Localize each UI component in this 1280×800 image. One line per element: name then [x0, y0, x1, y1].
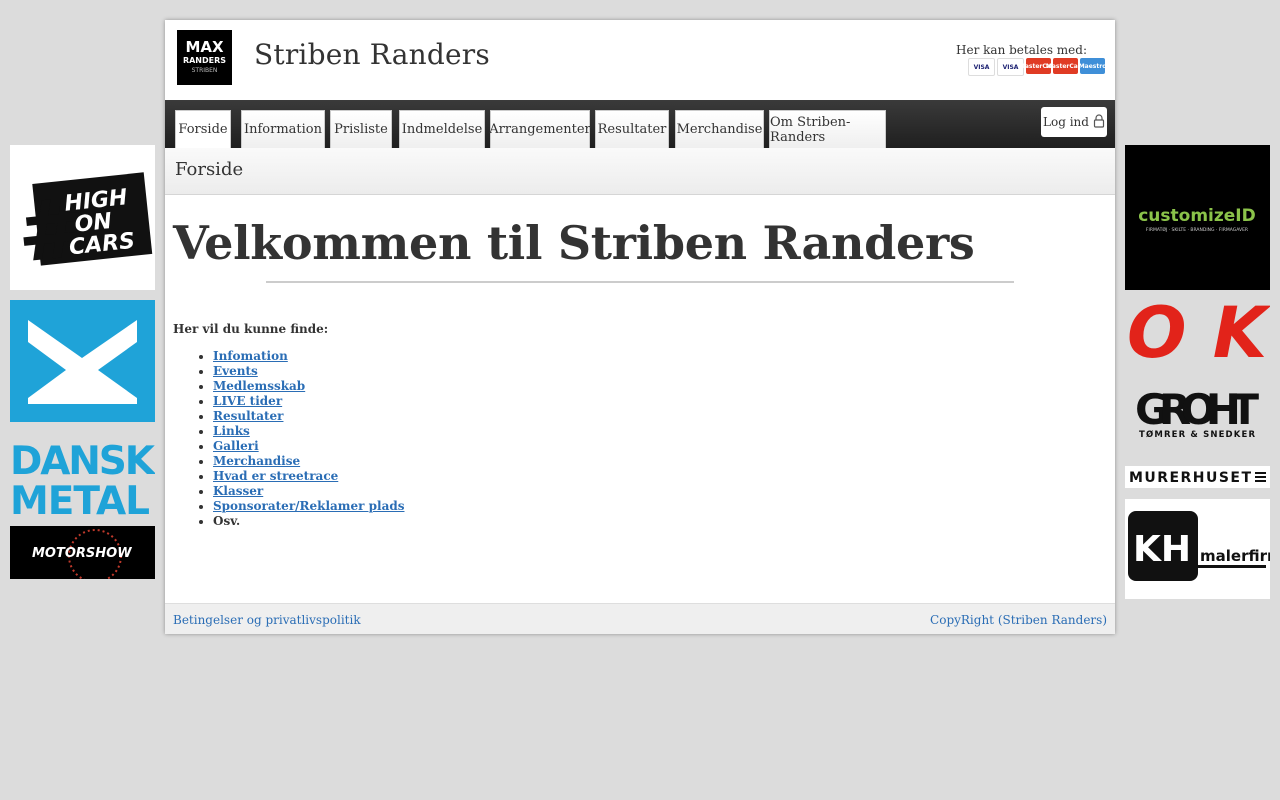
- sponsor-motorshow-text: MOTORSHOW: [32, 546, 132, 561]
- list-item: Merchandise: [213, 454, 404, 469]
- tab-prisliste[interactable]: Prisliste: [330, 110, 392, 148]
- tab-indmeldelse[interactable]: Indmeldelse: [399, 110, 485, 148]
- tab-merchandise[interactable]: Merchandise: [675, 110, 764, 148]
- list-item: Hvad er streetrace: [213, 469, 404, 484]
- list-item: Klasser: [213, 484, 404, 499]
- login-label: Log ind: [1043, 115, 1089, 129]
- sponsor-kh-sub: malerfirma: [1200, 547, 1270, 565]
- list-item: Infomation: [213, 349, 404, 364]
- copyright-link[interactable]: CopyRight (Striben Randers): [930, 613, 1107, 627]
- site-logo[interactable]: MAX RANDERS STRIBEN: [177, 30, 232, 85]
- sponsor-dansk-metal-line2: METAL: [10, 479, 150, 516]
- lock-icon: [1093, 113, 1105, 131]
- page-container: MAX RANDERS STRIBEN Striben Randers Her …: [165, 20, 1115, 634]
- content-link-galleri[interactable]: Galleri: [213, 439, 259, 453]
- content-link-list: InfomationEventsMedlemsskabLIVE tiderRes…: [173, 349, 404, 529]
- payment-label: Her kan betales med:: [956, 43, 1087, 57]
- sponsor-high-on-cars[interactable]: # HIGH ON CARS: [10, 145, 155, 290]
- content-link-links[interactable]: Links: [213, 424, 250, 438]
- sponsor-kh-malerfirma[interactable]: KH malerfirma: [1125, 499, 1270, 599]
- privacy-link[interactable]: Betingelser og privatlivspolitik: [173, 613, 361, 627]
- list-item: Events: [213, 364, 404, 379]
- list-item: Galleri: [213, 439, 404, 454]
- sponsor-groht-text: GROHT: [1135, 385, 1259, 434]
- list-item: Links: [213, 424, 404, 439]
- sponsor-dansk-metal[interactable]: DANSK METAL: [10, 300, 155, 516]
- content-link-resultater[interactable]: Resultater: [213, 409, 283, 423]
- tab-forside[interactable]: Forside: [175, 110, 231, 148]
- breadcrumb-bar: Forside: [165, 148, 1115, 195]
- sponsor-motorshow[interactable]: MOTORSHOW: [10, 526, 155, 579]
- sponsor-ok-text: OK: [1127, 300, 1270, 360]
- sponsor-customize-id-text: customizeID: [1138, 206, 1256, 226]
- payment-card-mastercard-3: MasterCard: [1046, 58, 1085, 74]
- content-link-medlemsskab[interactable]: Medlemsskab: [213, 379, 305, 393]
- content-link-sponsorater-reklamer-plads[interactable]: Sponsorater/Reklamer plads: [213, 499, 404, 513]
- list-item: Sponsorater/Reklamer plads: [213, 499, 404, 514]
- list-item: Resultater: [213, 409, 404, 424]
- main-nav: Log ind Forside Information Prisliste Indme…: [165, 100, 1115, 148]
- content-link-live-tider[interactable]: LIVE tider: [213, 394, 282, 408]
- tab-resultater[interactable]: Resultater: [595, 110, 669, 148]
- tab-information[interactable]: Information: [241, 110, 325, 148]
- logo-line2: RANDERS: [183, 56, 226, 65]
- login-button[interactable]: Log ind: [1041, 107, 1107, 137]
- logo-line1: MAX: [185, 38, 224, 56]
- content-link-hvad-er-streetrace[interactable]: Hvad er streetrace: [213, 469, 338, 483]
- breadcrumb: Forside: [175, 159, 244, 180]
- tab-om-striben-randers[interactable]: Om Striben-Randers: [769, 110, 886, 148]
- sponsor-dansk-metal-line1: DANSK: [10, 439, 155, 484]
- content-link-klasser[interactable]: Klasser: [213, 484, 263, 498]
- sponsor-groht-sub: TØMRER & SNEDKER: [1139, 429, 1255, 440]
- content-link-merchandise[interactable]: Merchandise: [213, 454, 300, 468]
- list-item: Medlemsskab: [213, 379, 404, 394]
- site-header: MAX RANDERS STRIBEN Striben Randers Her …: [165, 20, 1115, 100]
- sponsor-customize-id[interactable]: customizeID FIRMATØJ · SKILTE · BRANDING…: [1125, 145, 1270, 290]
- title-divider: [266, 281, 1014, 283]
- site-title[interactable]: Striben Randers: [254, 38, 490, 71]
- list-item: LIVE tider: [213, 394, 404, 409]
- logo-line3: STRIBEN: [192, 67, 218, 74]
- sponsor-murerhuset[interactable]: MURERHUSET: [1125, 466, 1270, 488]
- payment-cards: VISA VISA MasterCard MasterCard Maestro: [968, 58, 1106, 76]
- tab-arrangementer[interactable]: Arrangementer: [489, 110, 591, 148]
- content-link-infomation[interactable]: Infomation: [213, 349, 288, 363]
- content-link-events[interactable]: Events: [213, 364, 258, 378]
- intro-text: Her vil du kunne finde:: [173, 322, 329, 336]
- payment-card-visa-0: VISA: [968, 58, 995, 76]
- page-title: Velkommen til Striben Randers: [173, 216, 975, 270]
- sponsor-murerhuset-text: MURERHUSET: [1129, 470, 1251, 486]
- sponsor-groht[interactable]: GROHT TØMRER & SNEDKER: [1125, 384, 1270, 442]
- sponsor-customize-id-sub: FIRMATØJ · SKILTE · BRANDING · FIRMAGAVE…: [1146, 226, 1248, 233]
- payment-card-maestro-4: Maestro: [1079, 58, 1106, 74]
- list-item-etc: Osv.: [213, 514, 404, 529]
- sponsor-kh-text: KH: [1133, 529, 1191, 570]
- site-footer: Betingelser og privatlivspolitik CopyRig…: [165, 603, 1115, 634]
- sponsor-ok[interactable]: OK: [1125, 300, 1270, 360]
